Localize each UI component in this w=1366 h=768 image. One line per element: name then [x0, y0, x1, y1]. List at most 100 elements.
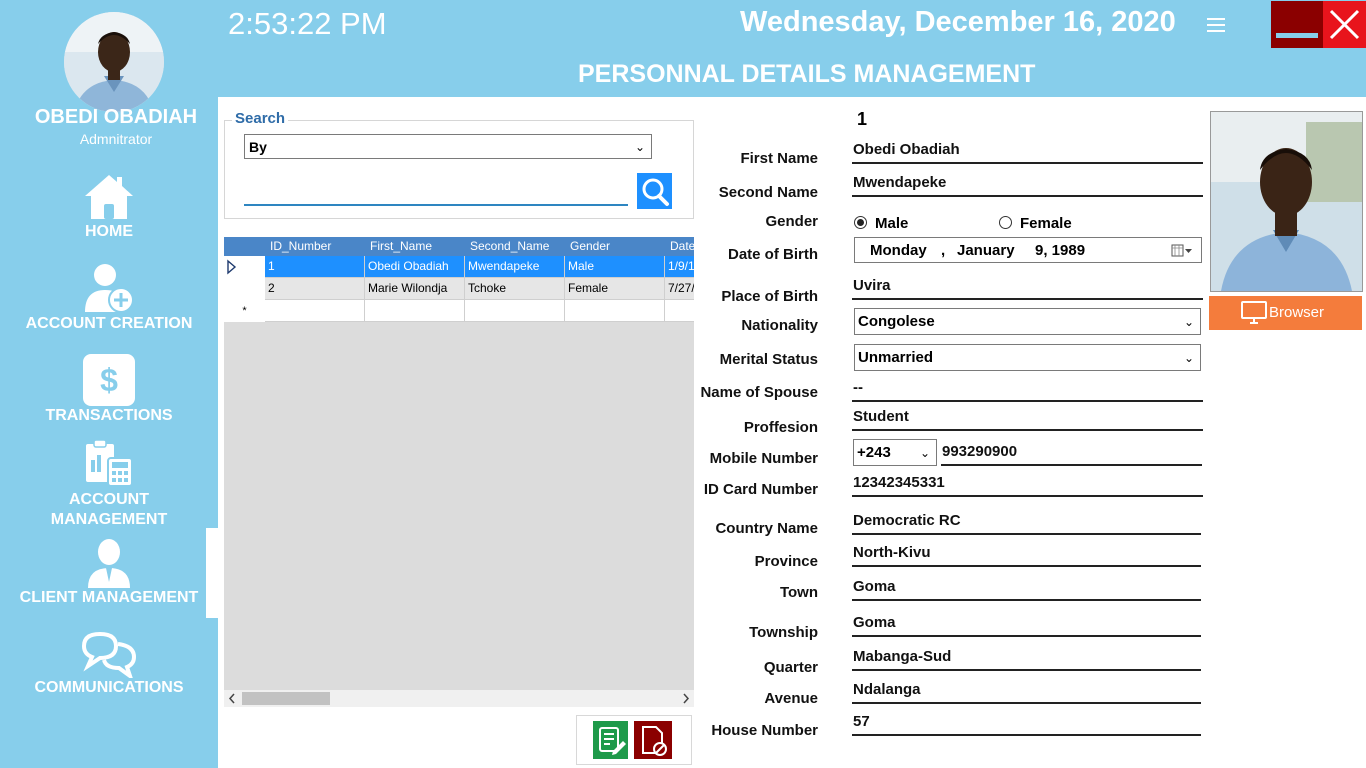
calendar-dropdown-icon[interactable] — [1171, 244, 1193, 257]
gender-male-radio[interactable]: Male — [854, 215, 908, 232]
grid-cell[interactable]: Marie Wilondja — [365, 278, 465, 300]
second-name-label: Second Name — [718, 184, 818, 201]
house-number-label: House Number — [711, 722, 818, 739]
grid-col-header[interactable]: Second_Name — [465, 237, 565, 256]
clock-date: Wednesday, December 16, 2020 — [740, 6, 1176, 38]
table-row[interactable]: 2 Marie Wilondja Tchoke Female 7/27/ — [224, 278, 694, 300]
nationality-label: Nationality — [741, 317, 818, 334]
chat-bubbles-icon — [82, 631, 136, 678]
mobile-field[interactable]: 993290900 — [941, 442, 1202, 466]
nav-communications[interactable]: COMMUNICATIONS — [0, 630, 218, 698]
user-avatar — [64, 12, 164, 112]
delete-record-button[interactable] — [634, 721, 672, 759]
table-row-new[interactable]: * — [224, 300, 694, 322]
nav-account-creation[interactable]: ACCOUNT CREATION — [0, 262, 218, 334]
search-icon — [642, 178, 669, 206]
second-name-field[interactable]: Mwendapeke — [852, 173, 1203, 197]
province-field[interactable]: North-Kivu — [852, 543, 1201, 567]
new-row-marker: * — [224, 300, 265, 322]
chevron-down-icon: ⌄ — [919, 446, 930, 460]
grid-col-header[interactable]: ID_Number — [265, 237, 365, 256]
clock-time: 2:53:22 PM — [228, 6, 387, 41]
nav-transactions-label: TRANSACTIONS — [45, 407, 173, 424]
grid-cell[interactable] — [465, 300, 565, 322]
nav-client-management-label: CLIENT MANAGEMENT — [19, 589, 199, 606]
scroll-right-icon[interactable] — [681, 693, 691, 704]
dob-label: Date of Birth — [728, 246, 818, 263]
grid-col-header[interactable]: Date — [665, 237, 694, 256]
dob-dayyear: 9, 1989 — [1035, 242, 1086, 259]
search-by-value: By — [249, 139, 267, 155]
search-button[interactable] — [637, 173, 672, 209]
spouse-field[interactable]: -- — [852, 378, 1203, 402]
grid-col-header[interactable]: First_Name — [365, 237, 465, 256]
nav-home-label: HOME — [85, 223, 133, 240]
chevron-down-icon: ⌄ — [1183, 351, 1194, 365]
nav-account-creation-label: ACCOUNT CREATION — [25, 315, 193, 332]
grid-cell[interactable] — [265, 300, 365, 322]
scroll-left-icon[interactable] — [227, 693, 237, 704]
house-number-field[interactable]: 57 — [852, 712, 1201, 736]
grid-cell[interactable]: Obedi Obadiah — [365, 256, 465, 278]
pob-label: Place of Birth — [721, 288, 818, 305]
action-buttons — [576, 715, 692, 765]
grid-cell[interactable]: 7/27/ — [665, 278, 694, 300]
dollar-icon: $ — [83, 354, 135, 406]
edit-record-button[interactable] — [593, 721, 628, 759]
town-label: Town — [779, 584, 818, 601]
grid-cell[interactable]: 2 — [265, 278, 365, 300]
grid-header: ID_Number First_Name Second_Name Gender … — [224, 237, 694, 256]
nav-transactions[interactable]: $ TRANSACTIONS — [0, 354, 218, 426]
country-field[interactable]: Democratic RC — [852, 511, 1201, 535]
idcard-label: ID Card Number — [703, 481, 818, 498]
profile-photo — [1210, 111, 1363, 292]
table-row[interactable]: 1 Obedi Obadiah Mwendapeke Male 1/9/1 — [224, 256, 694, 278]
dob-day: Monday — [870, 242, 927, 259]
records-grid[interactable]: ID_Number First_Name Second_Name Gender … — [224, 237, 694, 707]
browse-photo-button[interactable]: Browser — [1209, 296, 1362, 330]
dob-month: January — [957, 242, 1015, 259]
close-button[interactable] — [1323, 1, 1366, 48]
grid-cell[interactable] — [565, 300, 665, 322]
quarter-field[interactable]: Mabanga-Sud — [852, 647, 1201, 671]
grid-cell[interactable] — [665, 300, 694, 322]
nationality-select[interactable]: Congolese ⌄ — [854, 308, 1201, 335]
add-user-icon — [85, 264, 134, 313]
marital-status-select[interactable]: Unmarried ⌄ — [854, 344, 1201, 371]
minimize-button[interactable] — [1271, 1, 1323, 48]
chevron-down-icon: ⌄ — [1183, 315, 1194, 329]
computer-icon — [1241, 301, 1267, 324]
idcard-field[interactable]: 12342345331 — [852, 473, 1203, 497]
page-title: PERSONNAL DETAILS MANAGEMENT — [578, 60, 1036, 88]
first-name-field[interactable]: Obedi Obadiah — [852, 140, 1203, 164]
grid-cell[interactable]: Tchoke — [465, 278, 565, 300]
nav-home[interactable]: HOME — [0, 172, 218, 242]
hamburger-menu-icon[interactable] — [1205, 16, 1227, 34]
grid-cell[interactable]: Female — [565, 278, 665, 300]
town-field[interactable]: Goma — [852, 577, 1201, 601]
pob-field[interactable]: Uvira — [852, 276, 1203, 300]
search-input[interactable] — [244, 176, 628, 206]
grid-cell[interactable]: 1 — [265, 256, 365, 278]
gender-female-radio[interactable]: Female — [999, 215, 1072, 232]
township-field[interactable]: Goma — [852, 613, 1201, 637]
grid-cell[interactable]: Male — [565, 256, 665, 278]
marital-label: Merital Status — [719, 351, 818, 368]
grid-col-header[interactable]: Gender — [565, 237, 665, 256]
nav-client-management[interactable]: CLIENT MANAGEMENT — [0, 538, 218, 608]
user-name: OBEDI OBADIAH — [34, 106, 198, 128]
gender-label: Gender — [765, 213, 818, 230]
scrollbar-thumb[interactable] — [242, 692, 330, 705]
grid-horizontal-scrollbar[interactable] — [224, 690, 694, 707]
province-label: Province — [754, 553, 818, 570]
record-id: 1 — [857, 109, 868, 129]
avenue-field[interactable]: Ndalanga — [852, 680, 1201, 704]
profession-field[interactable]: Student — [852, 407, 1203, 431]
grid-cell[interactable]: 1/9/1 — [665, 256, 694, 278]
nav-account-management[interactable]: ACCOUNT MANAGEMENT — [0, 440, 218, 530]
grid-cell[interactable]: Mwendapeke — [465, 256, 565, 278]
grid-cell[interactable] — [365, 300, 465, 322]
dob-datepicker[interactable]: Monday , January 9, 1989 — [854, 237, 1202, 263]
search-by-select[interactable]: By ⌄ — [244, 134, 652, 159]
country-code-select[interactable]: +243 ⌄ — [853, 439, 937, 466]
